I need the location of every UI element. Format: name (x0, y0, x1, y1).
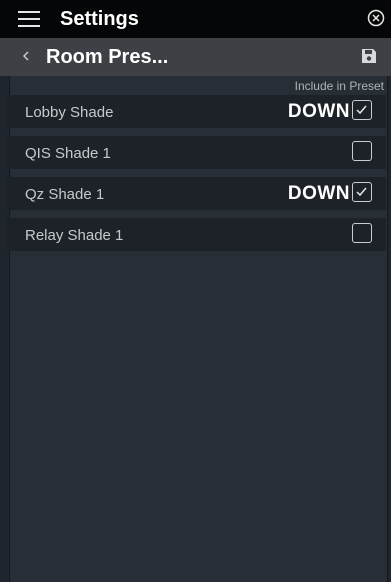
shade-row-qis[interactable]: QIS Shade 1 (6, 136, 386, 169)
page-title: Settings (60, 8, 139, 30)
sub-header-bar: Room Pres... (0, 38, 391, 76)
include-checkbox[interactable] (352, 100, 372, 120)
shade-label: Lobby Shade (25, 104, 114, 121)
shade-row-qz[interactable]: Qz Shade 1 DOWN (6, 177, 386, 210)
include-checkbox[interactable] (352, 141, 372, 161)
hamburger-menu-icon[interactable] (18, 11, 40, 27)
column-header-include: Include in Preset (294, 79, 384, 93)
shade-label: Qz Shade 1 (25, 186, 105, 203)
chevron-left-icon[interactable] (21, 49, 31, 68)
include-checkbox[interactable] (352, 223, 372, 243)
shade-row-lobby[interactable]: Lobby Shade DOWN (6, 95, 386, 128)
preset-title: Room Pres... (46, 46, 169, 68)
shade-state: DOWN (287, 101, 350, 122)
shade-row-relay[interactable]: Relay Shade 1 (6, 218, 386, 251)
top-app-bar: Settings (0, 0, 391, 38)
shade-label: QIS Shade 1 (25, 145, 111, 162)
save-icon[interactable] (360, 47, 378, 70)
close-icon[interactable] (367, 9, 385, 32)
shade-label: Relay Shade 1 (25, 227, 124, 244)
include-checkbox[interactable] (352, 182, 372, 202)
shade-state: DOWN (287, 183, 350, 204)
